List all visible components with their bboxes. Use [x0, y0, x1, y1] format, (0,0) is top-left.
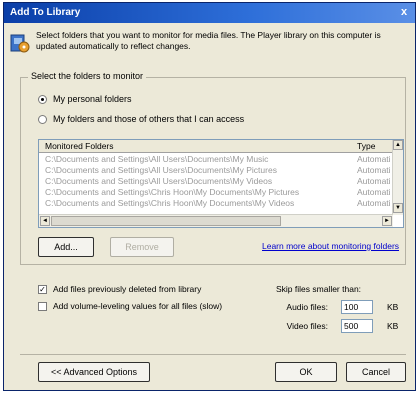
cancel-button[interactable]: Cancel — [346, 362, 406, 382]
audio-unit: KB — [387, 302, 399, 312]
column-header-type[interactable]: Type — [357, 141, 375, 151]
folder-type: Automati — [357, 187, 391, 197]
monitored-folders-list[interactable]: Monitored Folders Type C:\Documents and … — [38, 139, 404, 228]
header-text: Select folders that you want to monitor … — [36, 30, 381, 51]
folder-path: C:\Documents and Settings\Chris Hoon\My … — [45, 187, 300, 197]
scroll-down-icon[interactable]: ▼ — [393, 203, 403, 213]
title-bar[interactable]: Add To Library x — [4, 3, 415, 23]
scroll-thumb[interactable] — [51, 216, 281, 226]
folder-path: C:\Documents and Settings\All Users\Docu… — [45, 176, 273, 186]
checkbox-volume-leveling[interactable]: Add volume-leveling values for all files… — [38, 301, 222, 311]
table-row[interactable]: C:\Documents and Settings\All Users\Docu… — [39, 165, 393, 176]
radio-unselected-icon[interactable] — [38, 114, 47, 124]
option-my-personal-folders[interactable]: My personal folders — [38, 94, 132, 104]
learn-more-link[interactable]: Learn more about monitoring folders — [262, 241, 399, 251]
group-label: Select the folders to monitor — [28, 71, 147, 81]
audio-files-label: Audio files: — [286, 302, 328, 312]
folder-type: Automati — [357, 165, 391, 175]
column-header-folders[interactable]: Monitored Folders — [45, 141, 114, 151]
remove-button[interactable]: Remove — [110, 237, 174, 257]
list-header: Monitored Folders Type — [39, 140, 393, 153]
ok-button[interactable]: OK — [275, 362, 337, 382]
skip-files-label: Skip files smaller than: — [276, 284, 362, 294]
checkbox-checked-icon[interactable]: ✓ — [38, 284, 47, 294]
option-my-folders-and-others[interactable]: My folders and those of others that I ca… — [38, 114, 244, 124]
folder-type: Automati — [357, 154, 391, 164]
folder-path: C:\Documents and Settings\Chris Hoon\My … — [45, 198, 295, 208]
add-button[interactable]: Add... — [38, 237, 94, 257]
scroll-right-icon[interactable]: ► — [382, 216, 392, 226]
table-row[interactable]: C:\Documents and Settings\All Users\Docu… — [39, 176, 393, 187]
table-row[interactable]: C:\Documents and Settings\All Users\Docu… — [39, 154, 393, 165]
folder-path: C:\Documents and Settings\All Users\Docu… — [45, 154, 269, 164]
folder-type: Automati — [357, 176, 391, 186]
radio-selected-icon[interactable] — [38, 94, 47, 104]
folder-type: Automati — [357, 198, 391, 208]
checkbox-add-deleted-files[interactable]: ✓ Add files previously deleted from libr… — [38, 284, 201, 294]
video-unit: KB — [387, 321, 399, 331]
audio-files-size-input[interactable]: 100 — [341, 300, 373, 314]
vertical-scrollbar[interactable]: ▲ ▼ — [392, 140, 403, 215]
video-files-label: Video files: — [286, 321, 328, 331]
scroll-left-icon[interactable]: ◄ — [40, 216, 50, 226]
media-library-icon — [10, 34, 30, 53]
checkbox-label: Add files previously deleted from librar… — [53, 284, 202, 294]
window-title: Add To Library — [10, 7, 81, 18]
close-icon[interactable]: x — [397, 6, 411, 19]
option-label: My personal folders — [53, 94, 132, 104]
option-label: My folders and those of others that I ca… — [53, 114, 245, 124]
horizontal-scrollbar[interactable]: ◄ ► — [39, 214, 393, 227]
checkbox-label: Add volume-leveling values for all files… — [53, 301, 223, 311]
table-row[interactable]: C:\Documents and Settings\Chris Hoon\My … — [39, 187, 393, 198]
checkbox-unchecked-icon[interactable] — [38, 301, 47, 311]
scroll-up-icon[interactable]: ▲ — [393, 140, 403, 150]
folder-path: C:\Documents and Settings\All Users\Docu… — [45, 165, 277, 175]
advanced-options-button[interactable]: << Advanced Options — [38, 362, 150, 382]
video-files-size-input[interactable]: 500 — [341, 319, 373, 333]
divider — [20, 354, 406, 355]
table-row[interactable]: C:\Documents and Settings\Chris Hoon\My … — [39, 198, 393, 209]
